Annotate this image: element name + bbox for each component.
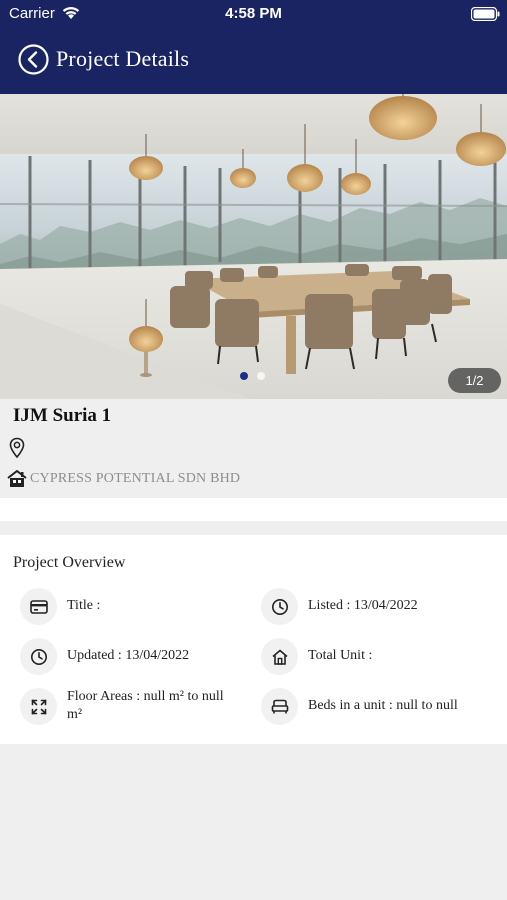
overview-beds-text: Beds in a unit : null to null [308,698,458,713]
project-image-gallery[interactable] [0,94,507,399]
gallery-dot-active[interactable] [240,372,248,380]
expand-icon [20,688,57,725]
page-title: Project Details [56,46,190,71]
card-icon [20,588,57,625]
home-icon [261,638,298,675]
section-title: Project Overview [13,554,126,571]
overview-title-text: Title : [67,598,101,613]
overview-updated-text: Updated : 13/04/2022 [67,648,190,663]
project-info-card: IJM Suria 1 CYPRESS POTENTIAL SDN BHD [0,399,507,498]
developer-name[interactable]: CYPRESS POTENTIAL SDN BHD [30,471,240,487]
overview-total-unit-item: Total Unit : [261,638,491,675]
clock-icon [261,588,298,625]
clock-icon [20,638,57,675]
project-name: IJM Suria 1 [13,405,112,426]
location-pin-icon [9,437,25,464]
navigation-bar: Project Details [0,28,507,94]
battery-icon [470,6,500,26]
status-bar: Carrier 4:58 PM [0,0,507,28]
gallery-dot[interactable] [257,372,265,380]
image-counter-badge: 1/2 [448,368,501,393]
back-button[interactable] [18,44,49,75]
overview-floor-areas-text: Floor Areas : null m² to null m² [67,689,224,722]
overview-total-unit-text: Total Unit : [308,648,373,663]
overview-beds-item: Beds in a unit : null to null [261,688,491,725]
bed-icon [261,688,298,725]
conference-room-photo [0,94,507,399]
back-arrow-circle-icon [18,44,49,75]
overview-listed-text: Listed : 13/04/2022 [308,598,418,613]
project-overview-section: Project Overview Title : Listed : 13/04/… [0,535,507,744]
divider-band [0,498,507,521]
overview-floor-areas-item: Floor Areas : null m² to null m² [20,688,240,728]
overview-listed-item: Listed : 13/04/2022 [261,588,491,625]
overview-title-item: Title : [20,588,240,625]
overview-updated-item: Updated : 13/04/2022 [20,638,240,675]
developer-building-icon [6,469,28,494]
clock-time: 4:58 PM [225,5,282,22]
